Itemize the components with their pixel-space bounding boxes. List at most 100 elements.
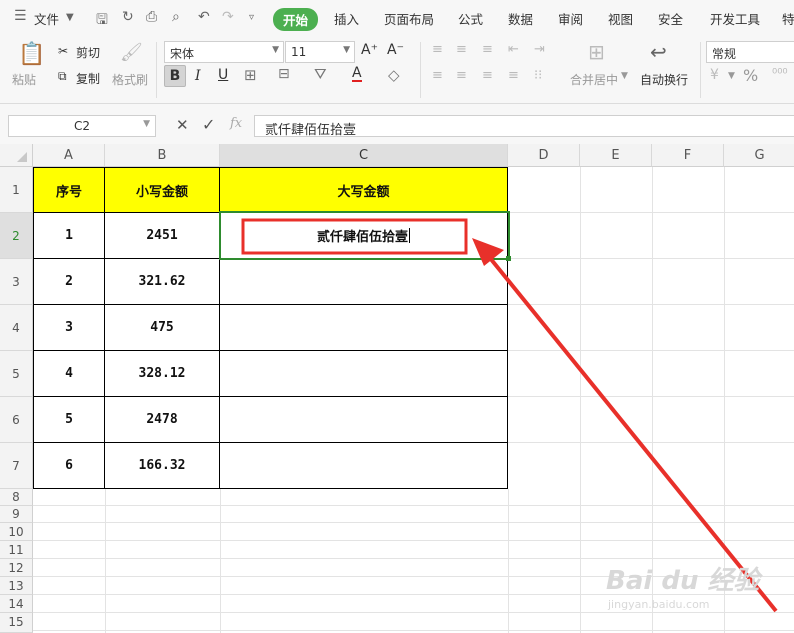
row-header[interactable]: 2 <box>0 213 33 259</box>
tab-view[interactable]: 视图 <box>608 9 633 28</box>
merge-center-button[interactable]: 合并居中 <box>570 71 618 88</box>
table-cell[interactable]: 328.12 <box>105 351 220 397</box>
file-menu[interactable]: 文件 <box>34 9 59 28</box>
tab-data[interactable]: 数据 <box>508 9 533 28</box>
currency-icon[interactable]: ¥ <box>710 67 719 83</box>
align-middle-icon[interactable]: ≡ <box>456 42 467 57</box>
table-cell[interactable]: 1 <box>34 213 105 259</box>
number-format-select[interactable]: 常规 <box>706 41 794 63</box>
column-header-c[interactable]: C <box>220 144 508 167</box>
column-header-f[interactable]: F <box>652 144 724 167</box>
row-header[interactable]: 1 <box>0 167 33 213</box>
tab-security[interactable]: 安全 <box>658 9 683 28</box>
border-icon[interactable]: ⊞ <box>244 66 257 84</box>
align-left-icon[interactable]: ≡ <box>432 68 443 83</box>
row-header[interactable]: 11 <box>0 541 33 559</box>
fill-handle[interactable] <box>506 256 511 261</box>
paste-button[interactable]: 粘贴 <box>12 71 36 88</box>
tab-formulas[interactable]: 公式 <box>458 9 483 28</box>
increase-font-button[interactable]: A⁺ <box>361 42 378 58</box>
formula-input[interactable]: 贰仟肆佰伍拾壹 <box>254 115 794 138</box>
row-header[interactable]: 9 <box>0 506 33 523</box>
insert-function-button[interactable]: fx <box>230 116 242 131</box>
percent-button[interactable]: % <box>743 66 758 85</box>
bold-button[interactable]: B <box>164 65 186 87</box>
table-cell[interactable]: 2451 <box>105 213 220 259</box>
column-header-e[interactable]: E <box>580 144 652 167</box>
cloud-sync-icon[interactable]: ↻ <box>122 9 134 25</box>
print-preview-icon[interactable]: ⌕ <box>172 9 180 25</box>
eraser-icon[interactable]: ◇ <box>388 66 400 84</box>
row-header[interactable]: 10 <box>0 523 33 541</box>
distributed-icon[interactable]: ⁝⁝ <box>534 68 542 83</box>
underline-button[interactable]: U <box>218 67 228 83</box>
align-right-icon[interactable]: ≡ <box>482 68 493 83</box>
cancel-button[interactable]: ✕ <box>176 116 189 134</box>
table-cell[interactable]: 2478 <box>105 397 220 443</box>
column-header-d[interactable]: D <box>508 144 580 167</box>
column-header-a[interactable]: A <box>33 144 105 167</box>
row-header[interactable]: 4 <box>0 305 33 351</box>
row-header[interactable]: 6 <box>0 397 33 443</box>
table-cell[interactable]: 6 <box>34 443 105 489</box>
align-top-icon[interactable]: ≡ <box>432 42 443 57</box>
align-bottom-icon[interactable]: ≡ <box>482 42 493 57</box>
active-cell-c2[interactable]: 贰仟肆佰伍拾壹 <box>220 213 508 259</box>
justify-icon[interactable]: ≡ <box>508 68 519 83</box>
tab-more[interactable]: 特 <box>782 9 794 28</box>
thousands-separator-icon[interactable]: ⁰⁰⁰ <box>772 67 788 82</box>
confirm-button[interactable]: ✓ <box>202 115 215 134</box>
table-cell[interactable] <box>220 259 508 305</box>
header-cell-amount-upper[interactable]: 大写金额 <box>220 168 508 213</box>
column-header-g[interactable]: G <box>724 144 794 167</box>
chevron-down-icon[interactable]: ▼ <box>66 12 74 23</box>
undo-icon[interactable]: ↶ <box>198 9 210 25</box>
select-all-corner[interactable] <box>0 144 33 167</box>
fill-color-icon[interactable]: ⛛ <box>314 65 327 83</box>
chevron-down-icon[interactable]: ▼ <box>728 71 735 81</box>
copy-button[interactable]: 复制 <box>76 70 100 87</box>
table-cell[interactable] <box>220 351 508 397</box>
decrease-indent-icon[interactable]: ⇤ <box>508 42 519 57</box>
chevron-down-icon[interactable]: ▼ <box>143 119 150 129</box>
tab-insert[interactable]: 插入 <box>334 9 359 28</box>
table-cell[interactable] <box>220 397 508 443</box>
paste-icon[interactable]: 📋 <box>18 42 45 67</box>
table-cell[interactable]: 475 <box>105 305 220 351</box>
tab-home[interactable]: 开始 <box>273 8 319 31</box>
customize-quick-access-icon[interactable]: ▿ <box>249 12 254 23</box>
table-cell[interactable]: 4 <box>34 351 105 397</box>
column-header-b[interactable]: B <box>105 144 220 167</box>
wrap-text-button[interactable]: 自动换行 <box>640 71 688 88</box>
row-header[interactable]: 15 <box>0 613 33 633</box>
format-painter-icon[interactable]: 🖌 <box>120 42 143 63</box>
table-cell[interactable] <box>220 305 508 351</box>
row-header[interactable]: 12 <box>0 559 33 577</box>
tab-page-layout[interactable]: 页面布局 <box>384 9 434 28</box>
row-header[interactable]: 3 <box>0 259 33 305</box>
table-cell[interactable]: 3 <box>34 305 105 351</box>
tab-developer[interactable]: 开发工具 <box>710 9 760 28</box>
italic-button[interactable]: I <box>195 68 201 84</box>
chevron-down-icon[interactable]: ▼ <box>621 71 628 81</box>
table-cell[interactable]: 321.62 <box>105 259 220 305</box>
wrap-text-icon[interactable]: ↩ <box>650 40 667 64</box>
font-size-select[interactable]: 11 ▼ <box>285 41 355 63</box>
row-header[interactable]: 13 <box>0 577 33 595</box>
cut-button[interactable]: 剪切 <box>76 44 100 61</box>
table-cell[interactable]: 2 <box>34 259 105 305</box>
merge-cells-icon[interactable]: ⊞ <box>588 40 605 64</box>
decrease-font-button[interactable]: A⁻ <box>387 42 404 58</box>
cell-style-icon[interactable]: ⊟ <box>278 66 290 82</box>
table-cell[interactable]: 166.32 <box>105 443 220 489</box>
row-header[interactable]: 8 <box>0 489 33 506</box>
align-center-icon[interactable]: ≡ <box>456 68 467 83</box>
tab-review[interactable]: 审阅 <box>558 9 583 28</box>
header-cell-amount-lower[interactable]: 小写金额 <box>105 168 220 213</box>
redo-icon[interactable]: ↷ <box>222 9 234 25</box>
save-icon[interactable]: 🖫 <box>96 9 108 33</box>
table-cell[interactable]: 5 <box>34 397 105 443</box>
table-cell[interactable] <box>220 443 508 489</box>
hamburger-menu-icon[interactable]: ☰ <box>14 8 27 24</box>
font-name-select[interactable]: 宋体 ▼ <box>164 41 284 63</box>
